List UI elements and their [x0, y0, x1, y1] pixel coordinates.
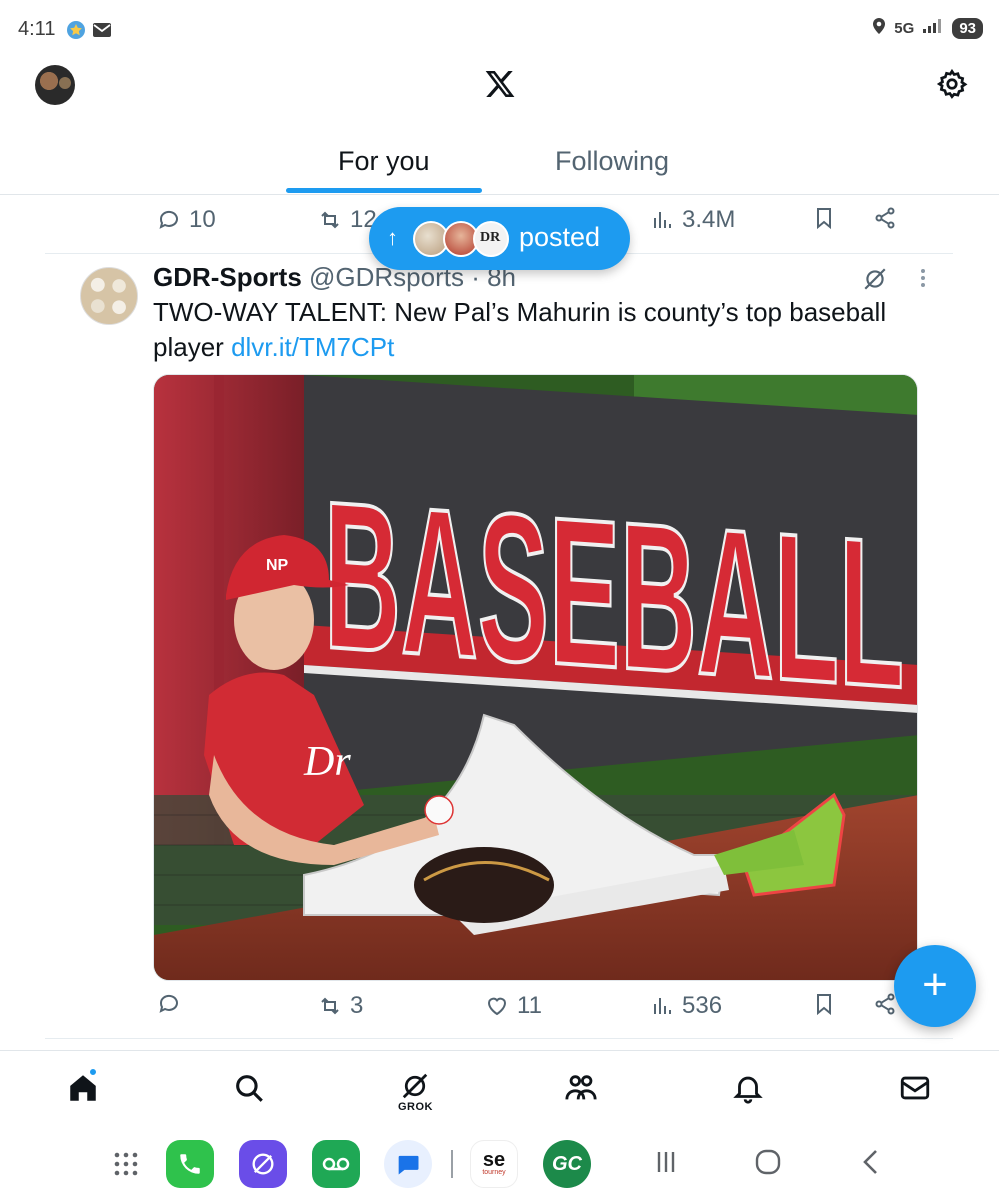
bell-icon	[733, 1076, 763, 1104]
profile-avatar[interactable]	[35, 65, 75, 105]
svg-text:BASEBALL: BASEBALL	[324, 457, 904, 732]
share-icon	[875, 993, 895, 1015]
tweet-link[interactable]: dlvr.it/TM7CPt	[231, 332, 394, 362]
nav-grok[interactable]: GROK	[398, 1071, 436, 1113]
reply-button[interactable]: 10	[157, 206, 216, 234]
voicemail-app-icon[interactable]	[312, 1140, 360, 1188]
nav-messages[interactable]	[898, 1071, 934, 1111]
location-icon	[872, 17, 886, 39]
tweet-divider	[45, 1038, 953, 1039]
grok-explain-icon[interactable]	[862, 266, 888, 292]
share-button[interactable]	[873, 992, 897, 1016]
baseball-player-photo: BASEBALL Dr NP	[154, 375, 917, 980]
bookmark-icon	[817, 994, 831, 1016]
tab-for-you[interactable]: For you	[338, 146, 430, 177]
signal-icon	[922, 18, 944, 38]
battery-indicator: 93	[952, 17, 983, 39]
recent-apps-button[interactable]	[650, 1146, 682, 1178]
nav-search[interactable]	[232, 1071, 268, 1111]
views-button[interactable]: 3.4M	[650, 206, 735, 234]
tweet-text: TWO-WAY TALENT: New Pal’s Mahurin is cou…	[153, 297, 887, 362]
repost-icon	[321, 211, 339, 229]
views-chart-icon	[654, 212, 671, 228]
tweet-author-name[interactable]: GDR-Sports	[153, 262, 302, 292]
active-tab-indicator	[286, 188, 482, 193]
back-button[interactable]	[856, 1146, 888, 1178]
search-icon	[236, 1075, 263, 1102]
status-bar: 4:11 5G 93	[0, 0, 999, 60]
envelope-icon	[900, 1076, 930, 1100]
more-options-icon[interactable]	[918, 266, 928, 290]
reply-icon	[159, 994, 178, 1013]
svg-text:NP: NP	[266, 557, 289, 574]
svg-text:Dr: Dr	[303, 739, 351, 785]
nav-home[interactable]	[66, 1067, 102, 1111]
se-tourney-app-icon[interactable]: se tourney	[470, 1140, 518, 1188]
like-button[interactable]: 11	[485, 992, 542, 1020]
reply-button[interactable]	[157, 992, 189, 1016]
home-button[interactable]	[752, 1146, 784, 1178]
phone-app-icon[interactable]	[166, 1140, 214, 1188]
star-badge-icon	[66, 20, 86, 45]
network-label: 5G	[894, 19, 915, 37]
timeline-tabs: For you Following	[0, 140, 999, 195]
system-dock: se tourney GC	[0, 1130, 999, 1200]
repost-icon	[321, 997, 339, 1015]
heart-icon	[487, 997, 507, 1016]
repost-button[interactable]: 3	[318, 992, 363, 1020]
messages-app-icon[interactable]	[384, 1140, 432, 1188]
nav-communities[interactable]	[564, 1071, 600, 1111]
bookmark-button[interactable]	[812, 206, 836, 230]
status-time: 4:11	[18, 18, 56, 40]
tab-following[interactable]: Following	[555, 146, 669, 177]
share-icon	[875, 207, 895, 229]
app-drawer-icon[interactable]	[104, 1142, 148, 1186]
views-button[interactable]: 536	[650, 992, 722, 1020]
mail-notification-icon	[92, 22, 112, 43]
dock-separator	[451, 1150, 453, 1178]
tweet-author-avatar[interactable]	[80, 267, 138, 325]
arrow-up-icon: ↑	[387, 225, 398, 250]
compose-post-button[interactable]: +	[894, 945, 976, 1027]
nav-notifications[interactable]	[731, 1071, 767, 1111]
communities-icon	[565, 1075, 597, 1100]
posted-label: posted	[519, 222, 601, 252]
settings-gear-icon[interactable]	[936, 68, 968, 100]
new-posts-pill[interactable]: ↑ DR posted	[369, 207, 630, 270]
home-notification-dot	[88, 1067, 98, 1077]
bottom-navigation: GROK	[0, 1050, 999, 1130]
tweet-image[interactable]: BASEBALL Dr NP	[153, 374, 918, 981]
gamechanger-app-icon[interactable]: GC	[543, 1140, 591, 1188]
x-logo-icon[interactable]	[484, 68, 516, 100]
repost-button[interactable]: 12	[318, 206, 377, 234]
internet-browser-icon[interactable]	[239, 1140, 287, 1188]
bookmark-icon	[817, 208, 831, 230]
bookmark-button[interactable]	[812, 992, 836, 1016]
pill-avatar: DR	[473, 221, 509, 257]
grok-label: GROK	[398, 1101, 433, 1113]
share-button[interactable]	[873, 206, 897, 230]
grok-icon	[402, 1073, 428, 1099]
tweet-actions: 3 11 536	[0, 992, 999, 1032]
reply-icon	[159, 210, 178, 229]
views-chart-icon	[654, 998, 671, 1014]
